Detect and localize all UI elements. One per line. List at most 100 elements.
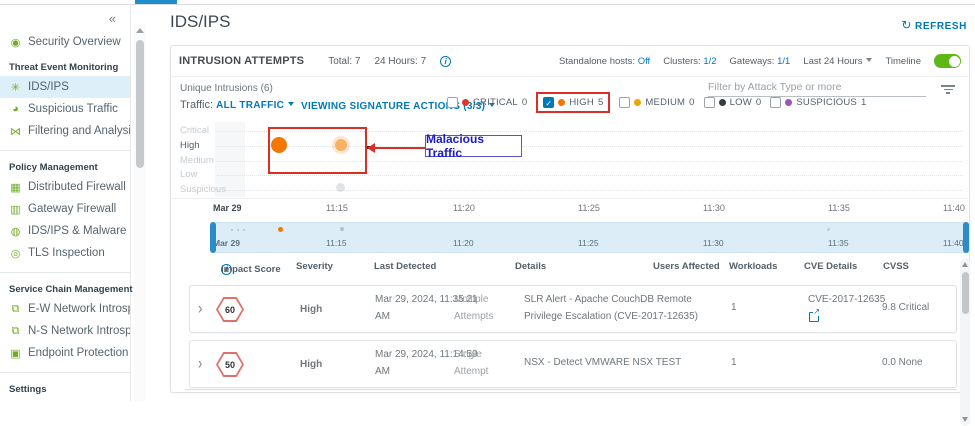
security-overview-icon: ◉ bbox=[9, 36, 22, 49]
chart-row-suspicious: Suspicious bbox=[171, 183, 971, 197]
sidebar: « ◉ Security Overview Threat Event Monit… bbox=[0, 5, 131, 401]
last-detected-meridiem: AM bbox=[375, 311, 390, 322]
sidebar-item-ids-ips-malware-prevention[interactable]: ◍ IDS/IPS & Malware Preve... bbox=[0, 220, 130, 242]
brush-tick: 11:20 bbox=[453, 238, 474, 248]
row-label: Critical bbox=[180, 125, 209, 136]
sidebar-scrollbar[interactable] bbox=[134, 24, 146, 401]
gateways-value[interactable]: 1/1 bbox=[777, 56, 790, 67]
suspicious-checkbox[interactable] bbox=[770, 97, 781, 108]
traffic-dropdown[interactable]: ALL TRAFFIC bbox=[216, 100, 294, 111]
traffic-label: Traffic: bbox=[180, 99, 213, 111]
sidebar-item-distributed-firewall[interactable]: ▦ Distributed Firewall bbox=[0, 176, 130, 198]
severity-filter-low: LOW 0 bbox=[704, 97, 762, 108]
sidebar-item-endpoint-protection-rules[interactable]: ▣ Endpoint Protection Rules bbox=[0, 342, 130, 364]
row-label: High bbox=[180, 140, 200, 151]
sidebar-item-label: Security Overview bbox=[28, 36, 121, 48]
details-text: Privilege Escalation (CVE-2017-12635) bbox=[524, 311, 698, 322]
sidebar-item-gateway-firewall[interactable]: ▥ Gateway Firewall bbox=[0, 198, 130, 220]
workloads-value[interactable]: 1 bbox=[731, 302, 737, 313]
scroll-up-icon[interactable] bbox=[962, 262, 968, 267]
chevron-down-icon bbox=[288, 102, 294, 106]
col-details: Details bbox=[515, 261, 546, 272]
brush-handle-left[interactable] bbox=[210, 222, 216, 253]
endpoint-protection-icon: ▣ bbox=[9, 347, 22, 360]
chevron-down-icon bbox=[866, 58, 872, 62]
critical-checkbox[interactable] bbox=[447, 97, 458, 108]
cve-link[interactable]: CVE-2017-12635 bbox=[808, 294, 885, 305]
sidebar-item-label: E-W Network Introspecti... bbox=[28, 303, 130, 315]
refresh-button[interactable]: ↻REFRESH bbox=[901, 18, 967, 32]
high-checkbox[interactable]: ✓ bbox=[543, 97, 554, 108]
axis-tick: 11:30 bbox=[703, 203, 725, 213]
severity-label: CRITICAL bbox=[473, 97, 518, 108]
standalone-hosts-value[interactable]: Off bbox=[638, 56, 651, 67]
severity-count: 0 bbox=[522, 97, 527, 108]
intrusion-row-1[interactable]: › 60 High Mar 29, 2024, 11:35:21 AM Mult… bbox=[189, 285, 957, 333]
annotation-rectangle bbox=[268, 127, 367, 174]
sidebar-item-label: TLS Inspection bbox=[28, 247, 105, 259]
refresh-icon: ↻ bbox=[901, 18, 912, 32]
sidebar-collapse-icon[interactable]: « bbox=[109, 11, 116, 26]
severity-label: HIGH bbox=[569, 97, 594, 108]
timeline-toggle[interactable] bbox=[934, 54, 961, 68]
expand-chevron-icon[interactable]: › bbox=[198, 353, 202, 373]
sidebar-item-ns-network-introspection[interactable]: ⧉ N-S Network Introspection bbox=[0, 320, 130, 342]
sidebar-item-tls-inspection[interactable]: ◎ TLS Inspection bbox=[0, 242, 130, 264]
sidebar-item-label: Suspicious Traffic bbox=[28, 103, 118, 115]
severity-filter-medium: MEDIUM 0 bbox=[619, 97, 694, 108]
workloads-value[interactable]: 1 bbox=[731, 357, 737, 368]
sidebar-item-label: IDS/IPS bbox=[28, 81, 69, 93]
intrusion-attempts-panel: INTRUSION ATTEMPTS Total: 7 24 Hours: 7 … bbox=[170, 45, 970, 393]
scrollbar-thumb[interactable] bbox=[962, 272, 969, 314]
axis-tick: 11:25 bbox=[578, 203, 600, 213]
attack-type-filter-input[interactable]: Filter by Attack Type or more bbox=[708, 81, 958, 93]
brush-handle-right[interactable] bbox=[963, 222, 969, 253]
malware-prevention-icon: ◍ bbox=[9, 225, 22, 238]
timeline-toggle-label: Timeline bbox=[885, 56, 921, 67]
external-link-icon[interactable] bbox=[809, 312, 819, 322]
sidebar-item-suspicious-traffic[interactable]: ◕ Suspicious Traffic bbox=[0, 98, 130, 120]
info-icon[interactable]: i bbox=[221, 264, 232, 275]
severity-label: SUSPICIOUS bbox=[796, 97, 857, 108]
chart-x-axis: Mar 29 11:15 11:20 11:25 11:30 11:35 11:… bbox=[171, 198, 971, 216]
main-content: IDS/IPS ↻REFRESH INTRUSION ATTEMPTS Tota… bbox=[147, 5, 975, 401]
sidebar-section-service-chain-management: Service Chain Management bbox=[0, 275, 130, 298]
panel-bottom-divider bbox=[185, 389, 957, 390]
suspicious-traffic-icon: ◕ bbox=[9, 103, 22, 115]
toggle-knob bbox=[949, 56, 960, 67]
standalone-hosts-label: Standalone hosts: bbox=[559, 56, 635, 67]
sidebar-item-security-overview[interactable]: ◉ Security Overview bbox=[0, 31, 130, 53]
col-severity: Severity bbox=[296, 261, 333, 272]
filter-funnel-icon[interactable] bbox=[940, 83, 956, 96]
intrusion-row-2[interactable]: › 50 High Mar 29, 2024, 11:14:59 AM Sing… bbox=[189, 340, 957, 388]
severity-label: MEDIUM bbox=[645, 97, 685, 108]
distributed-firewall-icon: ▦ bbox=[9, 181, 22, 194]
scroll-down-icon[interactable] bbox=[962, 417, 968, 422]
col-cvss: CVSS bbox=[883, 261, 909, 272]
time-range-dropdown[interactable]: Last 24 Hours bbox=[803, 56, 872, 67]
brush-point-small bbox=[243, 229, 245, 231]
gateways: Gateways: 1/1 bbox=[730, 56, 791, 67]
low-checkbox[interactable] bbox=[704, 97, 715, 108]
medium-checkbox[interactable] bbox=[619, 97, 630, 108]
severity-filter-suspicious: SUSPICIOUS 1 bbox=[770, 97, 866, 108]
scrollbar-thumb[interactable] bbox=[136, 40, 144, 168]
gateways-label: Gateways: bbox=[730, 56, 775, 67]
scroll-up-icon[interactable] bbox=[136, 28, 144, 33]
info-icon[interactable]: i bbox=[440, 56, 451, 67]
sidebar-item-filtering-and-analysis[interactable]: ⋈ Filtering and Analysis bbox=[0, 120, 130, 142]
clusters-value[interactable]: 1/2 bbox=[703, 56, 716, 67]
axis-tick: 11:15 bbox=[326, 203, 348, 213]
expand-chevron-icon[interactable]: › bbox=[198, 298, 202, 318]
top-blue-tab-indicator bbox=[135, 0, 177, 4]
filter-row: Unique Intrusions (6) Traffic: ALL TRAFF… bbox=[171, 78, 969, 122]
brush-point-orange bbox=[278, 227, 283, 232]
col-workloads: Workloads bbox=[729, 261, 777, 272]
sidebar-item-ids-ips[interactable]: ✳ IDS/IPS bbox=[0, 76, 130, 98]
intrusion-point-suspicious-faint[interactable] bbox=[336, 183, 345, 192]
severity-filter-group: CRITICAL 0 ✓ HIGH 5 MEDIUM 0 bbox=[447, 97, 866, 108]
tls-inspection-icon: ◎ bbox=[9, 247, 22, 260]
sidebar-item-label: N-S Network Introspection bbox=[28, 325, 130, 337]
sidebar-item-ew-network-introspection[interactable]: ⧉ E-W Network Introspecti... bbox=[0, 298, 130, 320]
traffic-filter: Traffic: ALL TRAFFIC bbox=[180, 99, 294, 111]
